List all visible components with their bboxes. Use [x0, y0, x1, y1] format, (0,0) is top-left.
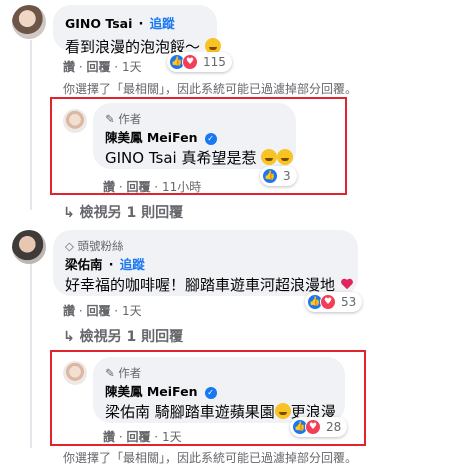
- reply-button[interactable]: 回覆: [86, 304, 110, 318]
- separator-dot: ·: [138, 17, 144, 32]
- timestamp[interactable]: 11小時: [162, 180, 201, 194]
- reply-button[interactable]: 回覆: [126, 180, 150, 194]
- comment-text-content: 梁佑南 騎腳踏車遊蘋果園: [105, 403, 275, 421]
- thread-line: [30, 40, 32, 210]
- follow-link[interactable]: 追蹤: [120, 257, 145, 272]
- commenter-name[interactable]: 梁佑南: [65, 254, 103, 273]
- verified-icon: ✓: [204, 386, 217, 399]
- reaction-summary[interactable]: 👍 ♥ 28: [290, 417, 348, 437]
- filter-notice: 你選擇了「最相關」，因此系統可能已過濾掉部分回覆。: [63, 82, 358, 96]
- comment-bubble: ✎ 作者 陳美鳳 MeiFen ✓ 梁佑南 騎腳踏車遊蘋果園 更浪漫: [93, 357, 345, 423]
- view-more-replies-label: 檢視另 1 則回覆: [79, 329, 184, 345]
- author-badge: ✎ 作者: [105, 111, 284, 127]
- filter-notice: 你選擇了「最相關」，因此系統可能已過濾掉部分回覆。: [63, 451, 358, 465]
- reaction-count: 28: [326, 420, 342, 434]
- comment-text-content: GINO Tsai 真希望是惹: [105, 149, 257, 167]
- comment-text-content: 好幸福的咖啡喔！腳踏車遊車河超浪漫地: [65, 276, 336, 294]
- pen-icon: ✎: [105, 112, 115, 126]
- timestamp[interactable]: 1天: [122, 304, 142, 318]
- view-more-replies[interactable]: ↳ 檢視另 1 則回覆: [63, 326, 183, 346]
- diamond-icon: ◇: [65, 239, 74, 253]
- follow-link[interactable]: 追蹤: [150, 16, 175, 31]
- view-more-replies-label: 檢視另 1 則回覆: [79, 205, 184, 221]
- reply-arrow-icon: ↳: [63, 329, 75, 345]
- avatar[interactable]: [12, 5, 46, 39]
- comment-text: 好幸福的咖啡喔！腳踏車遊車河超浪漫地: [65, 274, 353, 295]
- love-reaction-icon: ♥: [320, 294, 336, 310]
- reaction-count: 53: [341, 295, 357, 309]
- reaction-count: 115: [203, 55, 226, 69]
- like-button[interactable]: 讚: [103, 430, 115, 444]
- commenter-name[interactable]: 陳美鳳 MeiFen: [105, 381, 197, 400]
- author-badge-label: 作者: [118, 112, 142, 126]
- like-reaction-icon: 👍: [262, 168, 278, 184]
- comment-actions: 讚 · 回覆 · 1天: [63, 60, 142, 74]
- comment-text: GINO Tsai 真希望是惹: [105, 147, 294, 168]
- timestamp[interactable]: 1天: [122, 60, 142, 74]
- author-badge: ✎ 作者: [105, 365, 333, 381]
- commenter-name[interactable]: 陳美鳳 MeiFen: [105, 127, 197, 146]
- grin-emoji-icon: [261, 149, 278, 165]
- comment-bubble: ✎ 作者 陳美鳳 MeiFen ✓ GINO Tsai 真希望是惹: [93, 103, 296, 169]
- reaction-summary[interactable]: 👍 3: [260, 166, 297, 186]
- reaction-summary[interactable]: 👍 ♥ 115: [167, 52, 232, 72]
- reaction-summary[interactable]: 👍 ♥ 53: [305, 292, 363, 312]
- reply-button[interactable]: 回覆: [86, 60, 110, 74]
- timestamp[interactable]: 1天: [162, 430, 182, 444]
- top-fan-badge: ◇ 頭號粉絲: [65, 238, 346, 254]
- avatar[interactable]: [63, 109, 87, 133]
- thread-line: [30, 258, 32, 448]
- grin-emoji-icon: [277, 149, 294, 165]
- comment-bubble: GINO Tsai · 追蹤 看到浪漫的泡泡餒～: [53, 5, 221, 56]
- heart-emoji-icon: [340, 278, 353, 290]
- pen-icon: ✎: [105, 366, 115, 380]
- commenter-name[interactable]: GINO Tsai: [65, 16, 132, 31]
- separator-dot: ·: [108, 258, 114, 273]
- author-badge-label: 作者: [118, 366, 142, 380]
- like-button[interactable]: 讚: [63, 60, 75, 74]
- comment-actions: 讚 · 回覆 · 1天: [63, 304, 142, 318]
- avatar[interactable]: [63, 361, 87, 385]
- verified-icon: ✓: [204, 132, 217, 145]
- like-button[interactable]: 讚: [103, 180, 115, 194]
- love-reaction-icon: ♥: [305, 419, 321, 435]
- comment-actions: 讚 · 回覆 · 1天: [103, 430, 182, 444]
- grin-emoji-icon: [274, 403, 291, 419]
- reaction-count: 3: [283, 169, 291, 183]
- avatar[interactable]: [12, 230, 46, 264]
- reply-button[interactable]: 回覆: [126, 430, 150, 444]
- comment-bubble: ◇ 頭號粉絲 梁佑南 · 追蹤 好幸福的咖啡喔！腳踏車遊車河超浪漫地: [53, 230, 358, 296]
- love-reaction-icon: ♥: [182, 54, 198, 70]
- top-fan-badge-label: 頭號粉絲: [77, 239, 124, 253]
- view-more-replies[interactable]: ↳ 檢視另 1 則回覆: [63, 202, 183, 222]
- like-button[interactable]: 讚: [63, 304, 75, 318]
- reply-arrow-icon: ↳: [63, 205, 75, 221]
- comment-actions: 讚 · 回覆 · 11小時: [103, 180, 202, 194]
